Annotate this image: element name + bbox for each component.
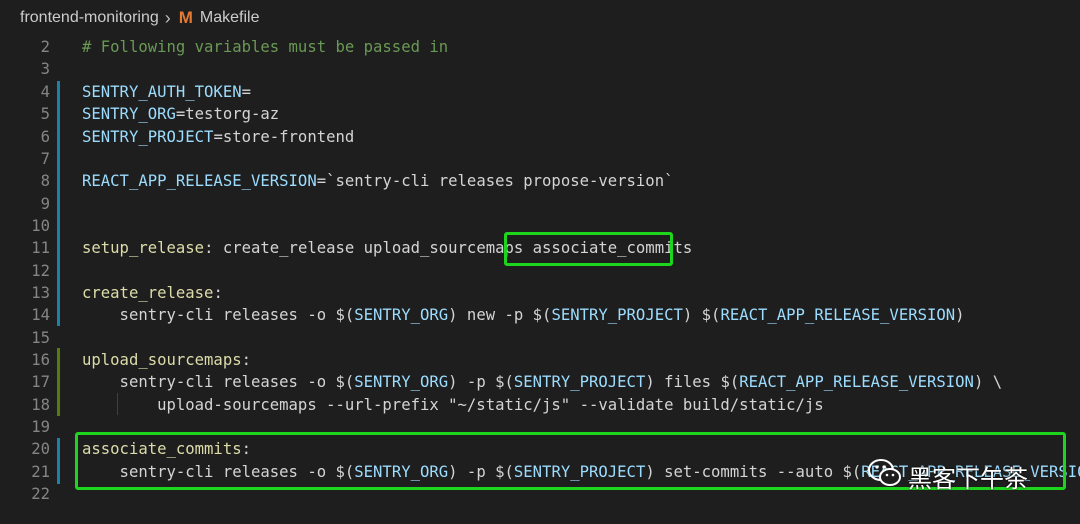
line-number: 7 — [40, 149, 50, 168]
code-token: SENTRY_ORG — [82, 105, 176, 124]
code-line: 18 upload-sourcemaps --url-prefix "~/sta… — [0, 394, 1080, 416]
line-number: 5 — [40, 105, 50, 124]
line-number: 12 — [31, 261, 50, 280]
code-token: : — [241, 351, 251, 370]
code-token: create_release — [82, 283, 214, 302]
code-token: SENTRY_PROJECT — [551, 306, 683, 325]
code-line: 7 — [0, 148, 1080, 170]
code-token: SENTRY_PROJECT — [513, 373, 646, 392]
code-token: ) -p — [448, 373, 496, 392]
code-line: 17 sentry-cli releases -o $(SENTRY_ORG) … — [0, 371, 1080, 393]
code-text: sentry-cli releases -o $(SENTRY_ORG) new… — [82, 306, 965, 324]
code-token: sentry-cli releases -o — [82, 373, 336, 392]
code-text: # Following variables must be passed in — [82, 38, 448, 56]
line-number: 14 — [31, 306, 50, 325]
code-token: =store-frontend — [213, 127, 355, 146]
code-line: 5 SENTRY_ORG=testorg-az — [0, 103, 1080, 125]
code-text: create_release: — [82, 284, 223, 302]
code-token: ) \ — [973, 373, 1003, 392]
line-number: 20 — [31, 440, 50, 459]
code-text: SENTRY_ORG=testorg-az — [82, 105, 279, 123]
line-number: 15 — [31, 328, 50, 347]
code-token: = — [241, 82, 251, 101]
line-number: 21 — [31, 462, 50, 481]
code-token: SENTRY_AUTH_TOKEN — [82, 82, 242, 101]
makefile-icon: M — [178, 8, 193, 27]
code-line: 9 — [0, 192, 1080, 214]
code-text: SENTRY_PROJECT=store-frontend — [82, 128, 354, 146]
line-number: 8 — [40, 172, 50, 191]
code-line: 14 sentry-cli releases -o $(SENTRY_ORG) … — [0, 304, 1080, 326]
code-text: sentry-cli releases -o $(SENTRY_ORG) -p … — [82, 373, 1003, 392]
code-editor[interactable]: 2 # Following variables must be passed in… — [0, 36, 1080, 524]
code-line: 6 SENTRY_PROJECT=store-frontend — [0, 125, 1080, 147]
line-number: 4 — [40, 82, 50, 101]
code-token: SENTRY_ORG — [354, 373, 449, 392]
line-number: 11 — [31, 239, 50, 258]
line-number: 18 — [31, 395, 50, 414]
code-token: $( — [495, 373, 514, 392]
code-token: REACT_APP_RELEASE_VERSION — [720, 306, 956, 325]
code-line: 4 SENTRY_AUTH_TOKEN= — [0, 81, 1080, 103]
highlight-associate-commits-dependency — [504, 232, 673, 266]
line-number: 2 — [40, 38, 50, 57]
breadcrumb: frontend-monitoring › M Makefile — [0, 0, 1080, 36]
code-token: : — [213, 283, 223, 302]
code-token: =`sentry-cli releases propose-version` — [316, 172, 674, 191]
line-number: 22 — [31, 485, 50, 504]
line-number: 6 — [40, 127, 50, 146]
code-token: ) files — [645, 373, 721, 392]
breadcrumb-folder[interactable]: frontend-monitoring — [20, 9, 159, 27]
line-number: 19 — [31, 418, 50, 437]
code-token: $( — [532, 306, 552, 325]
code-token: sentry-cli releases -o — [82, 306, 336, 325]
line-number: 13 — [31, 283, 50, 302]
code-line: 15 — [0, 327, 1080, 349]
code-line: 16 upload_sourcemaps: — [0, 349, 1080, 371]
code-token: setup_release — [82, 239, 205, 258]
line-number: 17 — [31, 373, 50, 392]
code-line: 3 — [0, 58, 1080, 80]
code-token: upload-sourcemaps --url-prefix "~/static… — [82, 395, 824, 414]
code-line: 8 REACT_APP_RELEASE_VERSION=`sentry-cli r… — [0, 170, 1080, 192]
code-line: 13 create_release: — [0, 282, 1080, 304]
wechat-icon — [868, 458, 902, 494]
line-number: 16 — [31, 351, 50, 370]
code-token: ) — [682, 306, 702, 325]
chevron-right-icon: › — [164, 7, 171, 28]
code-token: SENTRY_PROJECT — [82, 127, 214, 146]
code-token: $( — [335, 373, 355, 392]
code-token: $( — [335, 306, 355, 325]
code-token: # Following variables must be passed in — [82, 38, 449, 57]
code-text: REACT_APP_RELEASE_VERSION=`sentry-cli re… — [82, 172, 673, 190]
line-number: 10 — [31, 216, 50, 235]
code-token: =testorg-az — [175, 105, 280, 124]
line-number: 9 — [40, 194, 50, 213]
code-line: 2 # Following variables must be passed in — [0, 36, 1080, 58]
code-token: $( — [720, 373, 740, 392]
code-token: REACT_APP_RELEASE_VERSION — [82, 172, 317, 191]
code-text: upload_sourcemaps: — [82, 351, 251, 369]
code-text: upload-sourcemaps --url-prefix "~/static… — [82, 396, 824, 414]
watermark-text: 黑客下午茶 — [908, 464, 1028, 493]
code-token: ) — [955, 306, 965, 325]
watermark: 黑客下午茶 — [868, 458, 1028, 494]
code-text: SENTRY_AUTH_TOKEN= — [82, 83, 251, 101]
code-token: ) new -p — [448, 306, 533, 325]
code-token: SENTRY_ORG — [354, 306, 449, 325]
breadcrumb-file[interactable]: Makefile — [200, 9, 260, 27]
code-token: REACT_APP_RELEASE_VERSION — [739, 373, 974, 392]
code-token: $( — [701, 306, 721, 325]
line-number: 3 — [40, 60, 50, 79]
code-token: upload_sourcemaps — [82, 351, 242, 370]
